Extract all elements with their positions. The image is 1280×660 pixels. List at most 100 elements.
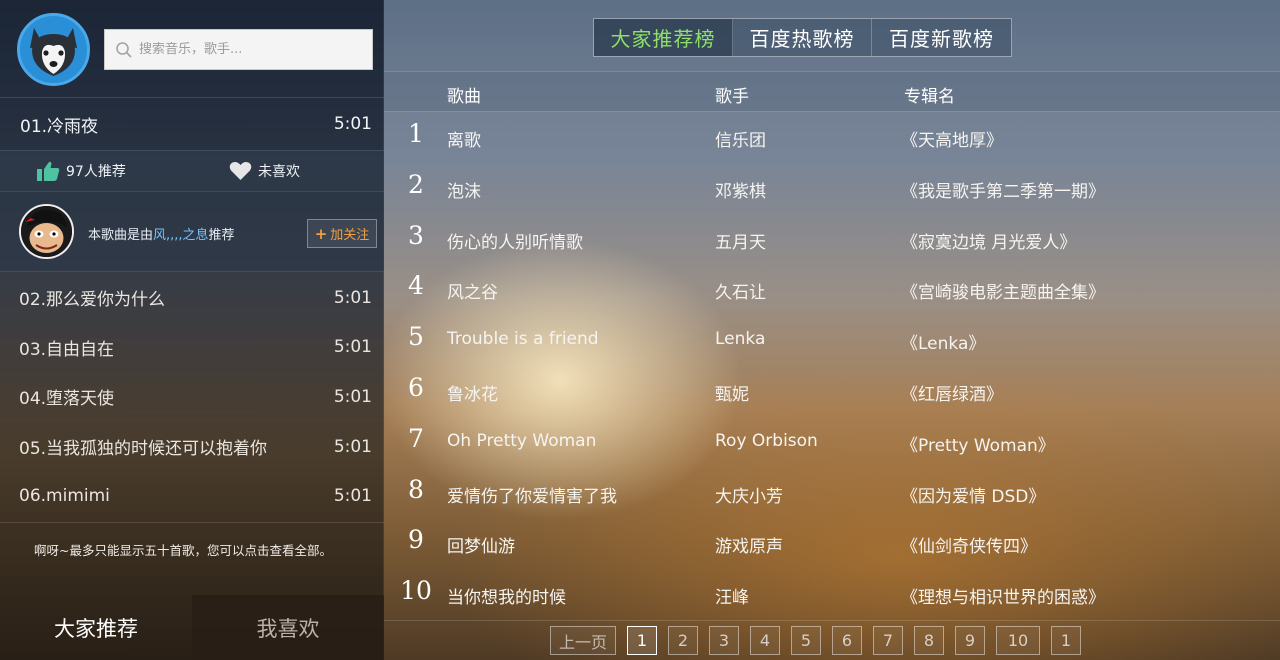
recommender-avatar[interactable] <box>19 204 74 259</box>
table-header: 歌曲 歌手 专辑名 <box>384 71 1280 112</box>
song-title: 风之谷 <box>447 283 498 304</box>
table-row[interactable]: 7 Oh Pretty Woman Roy Orbison 《Pretty Wo… <box>384 417 1280 468</box>
tab-baidu-hot-chart[interactable]: 百度热歌榜 <box>733 19 872 56</box>
table-row[interactable]: 2 泡沫 邓紫棋 《我是歌手第二季第一期》 <box>384 163 1280 214</box>
left-header <box>0 0 384 98</box>
rank-number: 9 <box>408 525 424 555</box>
song-artist: 游戏原声 <box>715 537 783 558</box>
recommender-suffix: 推荐 <box>208 228 235 243</box>
song-album: 《因为爱情 DSD》 <box>901 486 1046 507</box>
table-row[interactable]: 3 伤心的人别听情歌 五月天 《寂寞边境 月光爱人》 <box>384 214 1280 265</box>
playlist-item[interactable]: 04.堕落天使 5:01 <box>0 372 384 422</box>
like-status: 未喜欢 <box>258 164 300 180</box>
tab-recommended[interactable]: 大家推荐 <box>0 595 192 660</box>
now-playing-title: 01.冷雨夜 <box>20 116 99 137</box>
page-button-6[interactable]: 6 <box>832 626 862 655</box>
recommend-button[interactable]: 97人推荐 <box>37 161 126 181</box>
search-icon <box>116 41 132 58</box>
table-row[interactable]: 4 风之谷 久石让 《宫崎骏电影主题曲全集》 <box>384 264 1280 315</box>
song-artist: Roy Orbison <box>715 430 818 451</box>
song-artist: 信乐团 <box>715 131 766 151</box>
follow-button[interactable]: + 加关注 <box>307 219 377 248</box>
song-album: 《寂寞边境 月光爱人》 <box>901 232 1077 253</box>
recommender-text: 本歌曲是由风,,,,之息推荐 <box>88 224 235 243</box>
song-album: 《宫崎骏电影主题曲全集》 <box>901 283 1105 304</box>
page-button-7[interactable]: 7 <box>873 626 903 655</box>
song-album: 《理想与相识世界的困惑》 <box>901 588 1105 609</box>
husky-logo-icon[interactable] <box>17 13 90 86</box>
song-artist: 邓紫棋 <box>715 181 766 202</box>
page-button-4[interactable]: 4 <box>750 626 780 655</box>
song-title: 鲁冰花 <box>447 384 498 405</box>
page-button-3[interactable]: 3 <box>709 626 739 655</box>
now-playing-row[interactable]: 01.冷雨夜 5:01 <box>0 98 384 150</box>
playlist-limit-notice[interactable]: 啊呀~最多只能显示五十首歌，您可以点击查看全部。 <box>0 522 384 572</box>
playlist-item-duration: 5:01 <box>333 337 372 358</box>
bottom-tabs: 大家推荐 我喜欢 <box>0 595 384 660</box>
rank-number: 2 <box>408 169 424 199</box>
heart-icon <box>229 162 252 180</box>
table-row[interactable]: 1 离歌 信乐团 《天高地厚》 <box>384 112 1280 163</box>
rank-number: 8 <box>408 474 424 504</box>
recommender-username-link[interactable]: 风,,,,之息 <box>153 228 209 243</box>
page-button-9[interactable]: 9 <box>955 626 985 655</box>
search-box[interactable] <box>104 29 373 70</box>
recommender-prefix: 本歌曲是由 <box>88 228 154 243</box>
rank-number: 3 <box>408 220 424 250</box>
pager-divider <box>384 620 1280 621</box>
prev-page-button[interactable]: 上一页 <box>550 626 616 655</box>
page-button-11[interactable]: 1 <box>1051 626 1081 655</box>
song-album: 《Lenka》 <box>901 334 986 355</box>
playlist-item[interactable]: 05.当我孤独的时候还可以抱着你 5:01 <box>0 422 384 472</box>
song-artist: 久石让 <box>715 283 766 304</box>
song-artist: 汪峰 <box>715 588 749 609</box>
song-title: Trouble is a friend <box>447 329 599 350</box>
song-title: 当你想我的时候 <box>447 588 566 609</box>
song-table: 1 离歌 信乐团 《天高地厚》 2 泡沫 邓紫棋 《我是歌手第二季第一期》 3 … <box>384 112 1280 620</box>
playlist-item-duration: 5:01 <box>333 436 372 457</box>
playlist-item-title: 02.那么爱你为什么 <box>19 290 166 311</box>
rank-number: 6 <box>408 372 424 402</box>
follow-label: 加关注 <box>330 228 370 243</box>
song-album: 《Pretty Woman》 <box>901 435 1055 456</box>
playlist-item[interactable]: 06.mimimi 5:01 <box>0 471 384 521</box>
tab-baidu-new-chart[interactable]: 百度新歌榜 <box>872 19 1011 56</box>
playlist-item[interactable]: 02.那么爱你为什么 5:01 <box>0 273 384 323</box>
pagination: 上一页 1 2 3 4 5 6 7 8 9 10 1 <box>550 626 1092 655</box>
table-row[interactable]: 8 爱情伤了你爱情害了我 大庆小芳 《因为爱情 DSD》 <box>384 468 1280 519</box>
table-row[interactable]: 9 回梦仙游 游戏原声 《仙剑奇侠传四》 <box>384 518 1280 569</box>
song-title: 回梦仙游 <box>447 537 515 558</box>
page-button-8[interactable]: 8 <box>914 626 944 655</box>
rank-number: 1 <box>408 119 424 148</box>
playlist-item-duration: 5:01 <box>333 486 372 507</box>
song-album: 《天高地厚》 <box>901 131 1003 151</box>
song-title: 爱情伤了你爱情害了我 <box>447 486 617 507</box>
playlist-item-duration: 5:01 <box>333 386 372 407</box>
page-button-10[interactable]: 10 <box>996 626 1040 655</box>
rank-number: 7 <box>408 423 424 453</box>
song-album: 《我是歌手第二季第一期》 <box>901 181 1105 202</box>
playlist-item-title: 03.自由自在 <box>19 339 115 360</box>
tab-recommend-chart[interactable]: 大家推荐榜 <box>594 19 733 56</box>
tab-my-likes[interactable]: 我喜欢 <box>192 595 384 660</box>
song-title: Oh Pretty Woman <box>447 430 597 451</box>
page-button-1[interactable]: 1 <box>627 626 657 655</box>
plus-icon: + <box>314 224 328 243</box>
table-row[interactable]: 5 Trouble is a friend Lenka 《Lenka》 <box>384 315 1280 366</box>
song-artist: 甄妮 <box>715 384 749 405</box>
playlist-item[interactable]: 03.自由自在 5:01 <box>0 323 384 373</box>
rank-number: 10 <box>400 576 432 606</box>
now-playing-duration: 5:01 <box>333 114 372 134</box>
table-row[interactable]: 10 当你想我的时候 汪峰 《理想与相识世界的困惑》 <box>384 569 1280 620</box>
song-artist: Lenka <box>715 329 766 350</box>
page-button-5[interactable]: 5 <box>791 626 821 655</box>
song-album: 《仙剑奇侠传四》 <box>901 537 1037 558</box>
playlist: 02.那么爱你为什么 5:01 03.自由自在 5:01 04.堕落天使 5:0… <box>0 273 384 521</box>
page-button-2[interactable]: 2 <box>668 626 698 655</box>
song-title: 离歌 <box>447 131 481 151</box>
search-input[interactable] <box>139 42 359 57</box>
like-button[interactable]: 未喜欢 <box>229 161 300 181</box>
left-panel: 01.冷雨夜 5:01 97人推荐 未喜欢 <box>0 0 384 660</box>
song-album: 《红唇绿酒》 <box>901 384 1003 405</box>
table-row[interactable]: 6 鲁冰花 甄妮 《红唇绿酒》 <box>384 366 1280 417</box>
